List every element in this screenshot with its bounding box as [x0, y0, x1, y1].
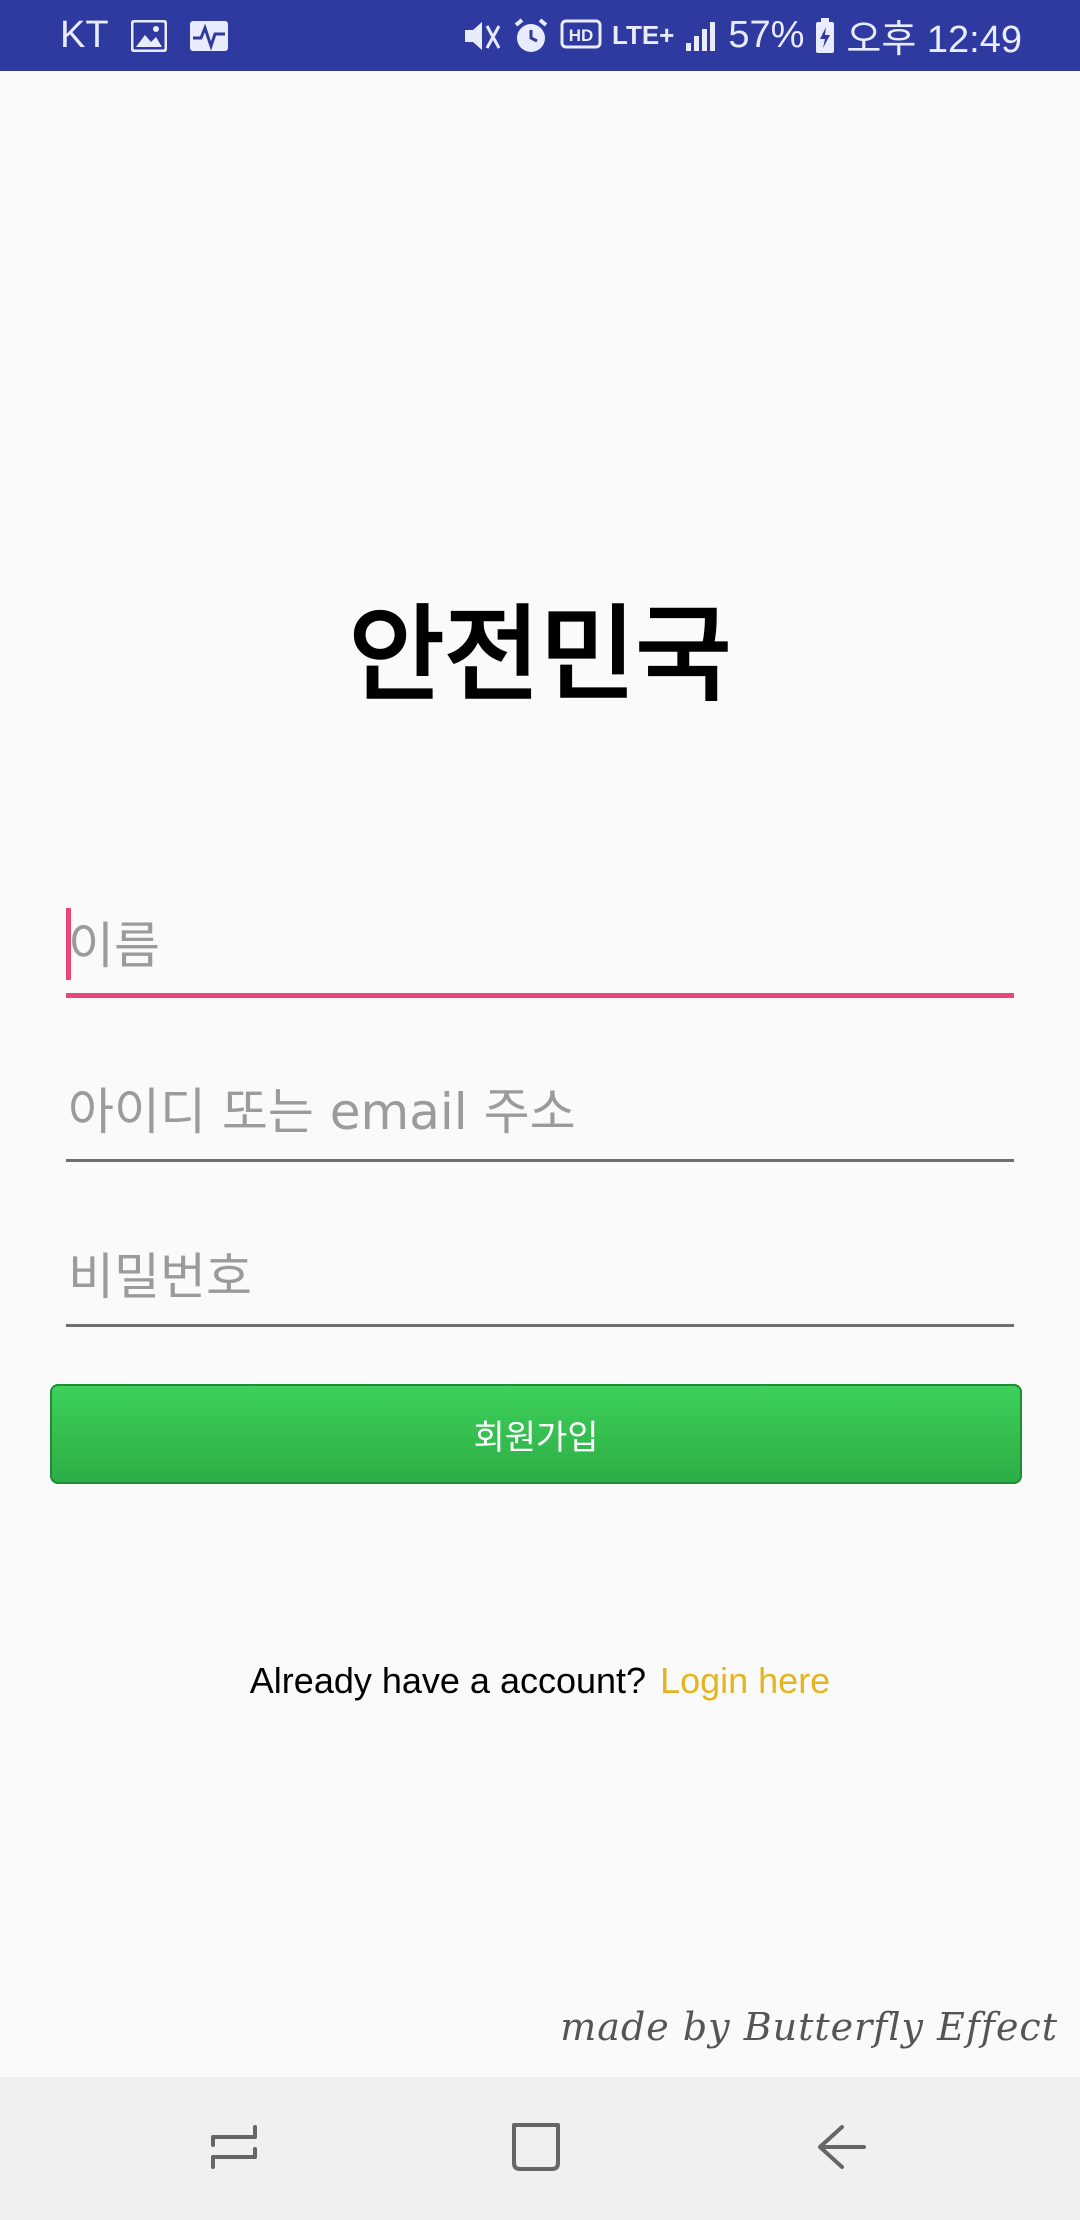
id-email-input[interactable] [66, 1070, 1014, 1154]
home-button[interactable] [456, 2077, 616, 2220]
name-field[interactable] [66, 904, 1014, 998]
login-prompt: Already have a account? [249, 1660, 647, 1701]
alarm-icon [512, 17, 550, 55]
navigation-bar [0, 2077, 1080, 2220]
carrier-label: KT [60, 14, 109, 56]
status-bar-right: HD LTE+ 57% 오후 12:49 [462, 0, 1022, 71]
name-input[interactable] [66, 904, 1014, 988]
name-field-underline [66, 993, 1014, 998]
battery-icon [814, 17, 836, 55]
password-input[interactable] [66, 1235, 1014, 1319]
credit-text: made by Butterfly Effect [560, 2005, 1058, 2049]
back-icon [814, 2119, 870, 2179]
password-field-underline [66, 1324, 1014, 1327]
mute-icon [462, 18, 502, 54]
recent-apps-icon [207, 2119, 263, 2179]
status-bar-left: KT [60, 0, 229, 71]
id-email-field-underline [66, 1159, 1014, 1162]
login-link[interactable]: Login here [660, 1660, 830, 1701]
lte-icon: LTE+ [612, 20, 675, 50]
recent-apps-button[interactable] [155, 2077, 315, 2220]
text-cursor [66, 908, 71, 980]
status-bar: KT HD LTE+ 57% 오후 12:49 [0, 0, 1080, 71]
password-field[interactable] [66, 1235, 1014, 1327]
hd-icon: HD [560, 18, 602, 54]
back-button[interactable] [762, 2077, 922, 2220]
login-row: Already have a account? Login here [0, 1660, 1080, 1702]
hd-label: HD [569, 26, 594, 45]
signal-icon [684, 19, 718, 53]
app-title: 안전민국 [348, 594, 732, 716]
activity-icon [189, 20, 229, 52]
signup-button[interactable]: 회원가입 [50, 1384, 1022, 1484]
image-icon [130, 19, 167, 52]
clock: 오후 12:49 [846, 19, 1022, 61]
home-icon [508, 2119, 564, 2179]
battery-percent: 57% [728, 14, 805, 56]
id-email-field[interactable] [66, 1070, 1014, 1162]
